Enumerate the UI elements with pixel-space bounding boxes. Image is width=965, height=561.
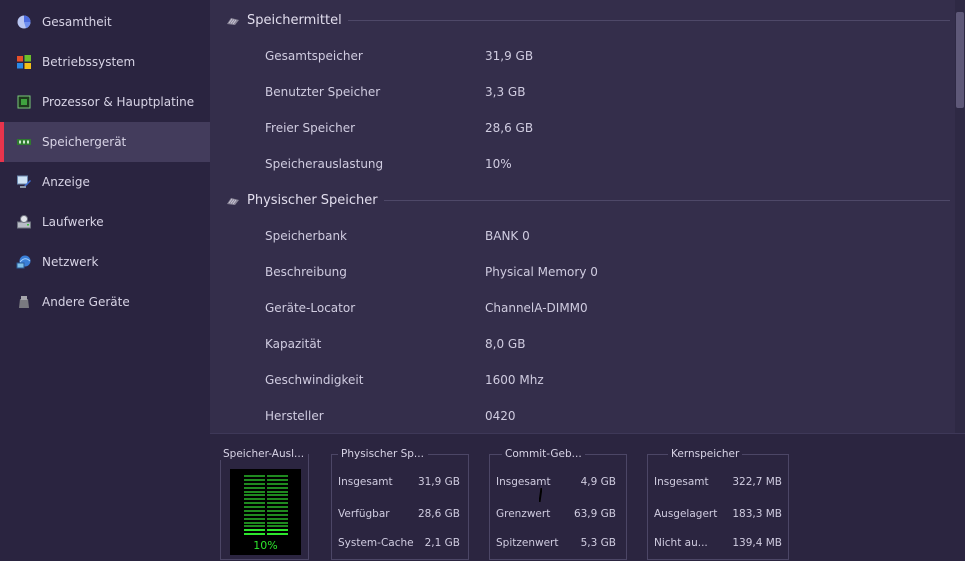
sidebar-item-label: Prozessor & Hauptplatine bbox=[42, 95, 195, 109]
info-row: Geschwindigkeit 1600 Mhz bbox=[265, 373, 885, 389]
memory-usage-meter: 10% bbox=[230, 469, 301, 555]
section-divider bbox=[384, 200, 950, 201]
info-key: Benutzter Speicher bbox=[265, 85, 381, 99]
info-row: Beschreibung Physical Memory 0 bbox=[265, 265, 885, 281]
sidebar-item-label: Andere Geräte bbox=[42, 295, 130, 309]
group-title: Commit-Geb... bbox=[502, 448, 585, 460]
sidebar-item-gesamtheit[interactable]: Gesamtheit bbox=[0, 2, 210, 42]
sidebar-item-label: Anzeige bbox=[42, 175, 90, 189]
device-icon bbox=[16, 294, 32, 310]
group-physical-memory: Physischer Sp... Insgesamt 31,9 GB Verfü… bbox=[331, 448, 469, 560]
info-row: Speicherauslastung 10% bbox=[265, 157, 885, 173]
info-value: 1600 Mhz bbox=[485, 373, 544, 387]
sidebar-item-label: Betriebssystem bbox=[42, 55, 136, 69]
sidebar-item-speichergeraet[interactable]: Speichergerät bbox=[0, 122, 210, 162]
windows-logo-icon bbox=[16, 54, 32, 70]
info-row: Kapazität 8,0 GB bbox=[265, 337, 885, 353]
sidebar-item-andere-geraete[interactable]: Andere Geräte bbox=[0, 282, 210, 322]
summary-key: Verfügbar bbox=[338, 508, 390, 520]
info-row: Speicherbank BANK 0 bbox=[265, 229, 885, 245]
summary-key: Spitzenwert bbox=[496, 537, 559, 549]
section-title: Speichermittel bbox=[247, 12, 342, 28]
summary-key: Grenzwert bbox=[496, 508, 551, 520]
info-key: Freier Speicher bbox=[265, 121, 356, 135]
meter-bars bbox=[244, 475, 288, 537]
scrollbar[interactable] bbox=[955, 0, 965, 433]
info-key: Hersteller bbox=[265, 409, 324, 423]
info-key: Beschreibung bbox=[265, 265, 347, 279]
meter-percent: 10% bbox=[253, 539, 278, 552]
group-memory-usage: Speicher-Ausl... 10% bbox=[220, 448, 309, 560]
sidebar-item-netzwerk[interactable]: Netzwerk bbox=[0, 242, 210, 282]
sidebar-item-betriebssystem[interactable]: Betriebssystem bbox=[0, 42, 210, 82]
summary-key: Insgesamt bbox=[654, 476, 709, 488]
sidebar: Gesamtheit Betriebssystem Prozessor & Ha… bbox=[0, 0, 210, 561]
info-value: 31,9 GB bbox=[485, 49, 534, 63]
summary-key: System-Cache bbox=[338, 537, 414, 549]
info-value: ChannelA-DIMM0 bbox=[485, 301, 588, 315]
summary-value: 322,7 MB bbox=[732, 476, 782, 488]
info-key: Geschwindigkeit bbox=[265, 373, 364, 387]
summary-key: Ausgelagert bbox=[654, 508, 718, 520]
summary-key: Insgesamt bbox=[338, 476, 393, 488]
summary-value: 31,9 GB bbox=[417, 476, 460, 488]
sidebar-item-label: Gesamtheit bbox=[42, 15, 112, 29]
info-key: Geräte-Locator bbox=[265, 301, 356, 315]
sidebar-item-laufwerke[interactable]: Laufwerke bbox=[0, 202, 210, 242]
group-title: Kernspeicher bbox=[668, 448, 743, 460]
chip-icon bbox=[16, 94, 32, 110]
network-icon bbox=[16, 254, 32, 270]
sidebar-item-label: Netzwerk bbox=[42, 255, 99, 269]
info-value: 10% bbox=[485, 157, 512, 171]
scrollbar-thumb[interactable] bbox=[956, 12, 964, 108]
memory-chip-icon bbox=[226, 195, 240, 205]
info-value: 28,6 GB bbox=[485, 121, 534, 135]
info-key: Gesamtspeicher bbox=[265, 49, 363, 63]
meter-divider bbox=[265, 475, 267, 537]
info-row: Gesamtspeicher 31,9 GB bbox=[265, 49, 885, 65]
section-header-speichermittel: Speichermittel bbox=[226, 10, 342, 30]
info-row: Freier Speicher 28,6 GB bbox=[265, 121, 885, 137]
summary-value: 5,3 GB bbox=[580, 537, 616, 549]
summary-value: 2,1 GB bbox=[424, 537, 460, 549]
summary-value: 4,9 GB bbox=[580, 476, 616, 488]
info-key: Speicherbank bbox=[265, 229, 347, 243]
info-row: Benutzter Speicher 3,3 GB bbox=[265, 85, 885, 101]
sidebar-item-label: Laufwerke bbox=[42, 215, 104, 229]
summary-value: 28,6 GB bbox=[417, 508, 460, 520]
info-key: Speicherauslastung bbox=[265, 157, 384, 171]
group-commit-charge: Commit-Geb... Insgesamt 4,9 GB Grenzwert… bbox=[489, 448, 627, 560]
sidebar-item-label: Speichergerät bbox=[42, 135, 127, 149]
info-value: Physical Memory 0 bbox=[485, 265, 598, 279]
info-value: 3,3 GB bbox=[485, 85, 526, 99]
group-title: Physischer Sp... bbox=[338, 448, 427, 460]
group-title: Speicher-Ausl... bbox=[220, 448, 308, 460]
info-row: Geräte-Locator ChannelA-DIMM0 bbox=[265, 301, 885, 317]
summary-value: 183,3 MB bbox=[732, 508, 782, 520]
group-kernel-memory: Kernspeicher Insgesamt 322,7 MB Ausgelag… bbox=[647, 448, 789, 560]
info-value: 8,0 GB bbox=[485, 337, 526, 351]
info-value: BANK 0 bbox=[485, 229, 530, 243]
info-value: 0420 bbox=[485, 409, 516, 423]
section-divider bbox=[348, 20, 950, 21]
sidebar-item-anzeige[interactable]: Anzeige bbox=[0, 162, 210, 202]
summary-panel: Speicher-Ausl... 10% Physischer Sp... In… bbox=[210, 433, 965, 561]
summary-key: Nicht au... bbox=[654, 537, 708, 549]
pie-chart-icon bbox=[16, 14, 32, 30]
monitor-icon bbox=[16, 174, 32, 190]
info-key: Kapazität bbox=[265, 337, 322, 351]
info-row: Hersteller 0420 bbox=[265, 409, 885, 425]
summary-value: 139,4 MB bbox=[732, 537, 782, 549]
section-header-physischer-speicher: Physischer Speicher bbox=[226, 190, 378, 210]
details-panel: Speichermittel Gesamtspeicher 31,9 GB Be… bbox=[210, 0, 965, 433]
sidebar-item-prozessor[interactable]: Prozessor & Hauptplatine bbox=[0, 82, 210, 122]
drive-icon bbox=[16, 214, 32, 230]
text-cursor-icon bbox=[539, 488, 542, 502]
summary-key: Insgesamt bbox=[496, 476, 551, 488]
memory-chip-icon bbox=[226, 15, 240, 25]
memory-module-icon bbox=[16, 134, 32, 150]
section-title: Physischer Speicher bbox=[247, 192, 378, 208]
summary-value: 63,9 GB bbox=[573, 508, 616, 520]
